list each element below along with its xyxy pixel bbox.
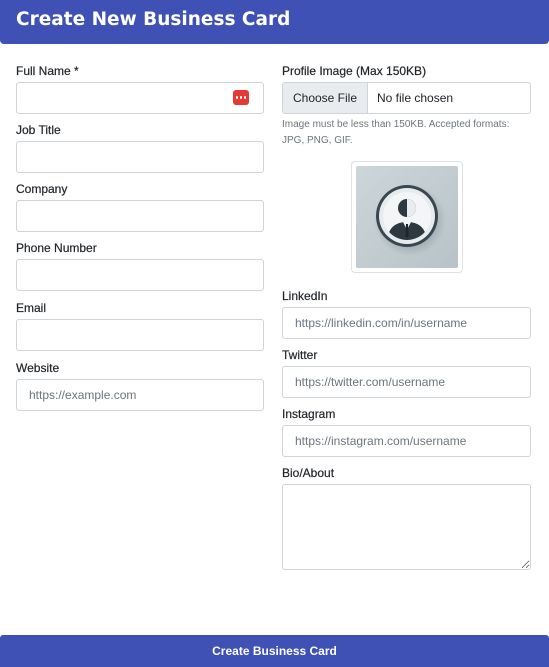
file-status: No file chosen [377, 91, 454, 105]
bio-label: Bio/About [282, 466, 335, 480]
twitter-input[interactable] [282, 366, 531, 398]
instagram-field: Instagram [282, 403, 531, 457]
job-title-input[interactable] [16, 141, 264, 173]
company-input[interactable] [16, 200, 264, 232]
profile-image-help: Image must be less than 150KB. Accepted … [282, 119, 510, 146]
linkedin-label: LinkedIn [282, 289, 328, 303]
full-name-label: Full Name * [16, 64, 79, 78]
instagram-label: Instagram [282, 407, 336, 421]
linkedin-input[interactable] [282, 307, 531, 339]
twitter-field: Twitter [282, 344, 531, 398]
choose-file-button[interactable]: Choose File [283, 83, 368, 113]
phone-field: Phone Number [16, 237, 264, 291]
company-field: Company [16, 178, 264, 232]
website-label: Website [16, 361, 60, 375]
email-field: Email [16, 297, 264, 351]
email-input[interactable] [16, 319, 264, 351]
user-avatar-icon [356, 166, 458, 268]
profile-image-label: Profile Image (Max 150KB) [282, 64, 427, 78]
profile-preview [351, 161, 463, 273]
bio-textarea[interactable] [282, 484, 531, 570]
instagram-input[interactable] [282, 425, 531, 457]
linkedin-field: LinkedIn [282, 285, 531, 339]
create-business-card-button[interactable]: Create Business Card [0, 635, 549, 667]
full-name-field: Full Name * [16, 60, 264, 114]
profile-image-field: Profile Image (Max 150KB) Choose File No… [282, 60, 531, 149]
file-input[interactable]: Choose File No file chosen [282, 82, 531, 114]
email-label: Email [16, 301, 47, 315]
phone-label: Phone Number [16, 241, 97, 255]
page-title: Create New Business Card [16, 9, 291, 30]
twitter-label: Twitter [282, 348, 318, 362]
website-field: Website [16, 357, 264, 411]
company-label: Company [16, 182, 68, 196]
job-title-field: Job Title [16, 119, 264, 173]
left-column: Full Name * Job Title Company Phone Numb… [16, 60, 264, 411]
website-input[interactable] [16, 379, 264, 411]
bio-field: Bio/About [282, 462, 531, 570]
right-column: Profile Image (Max 150KB) Choose File No… [282, 60, 531, 570]
job-title-label: Job Title [16, 123, 61, 137]
full-name-input[interactable] [16, 82, 264, 114]
password-manager-icon[interactable] [233, 90, 249, 105]
phone-input[interactable] [16, 259, 264, 291]
page-header: Create New Business Card [0, 0, 549, 44]
